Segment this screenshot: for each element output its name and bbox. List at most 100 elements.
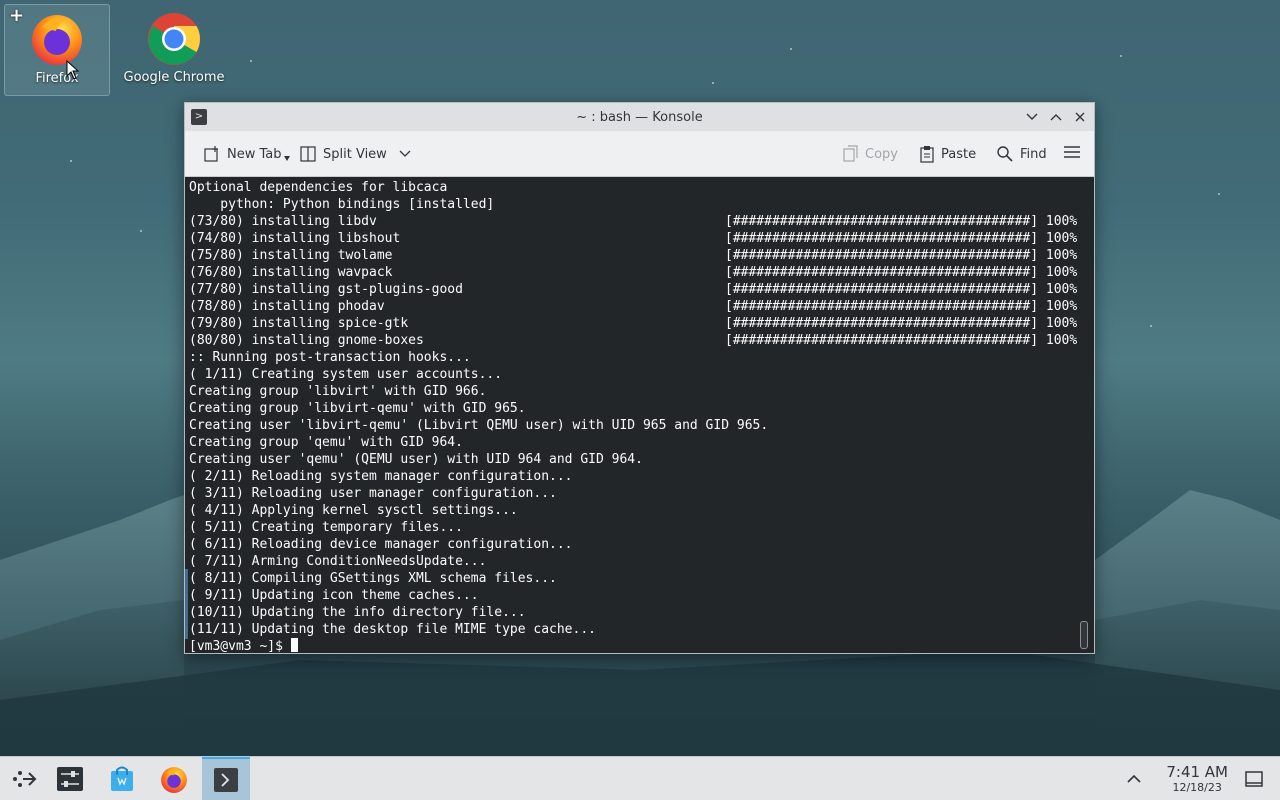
terminal-line-text: (79/80) installing spice-gtk: [189, 316, 409, 331]
shell-prompt: [vm3@vm3 ~]$: [189, 639, 291, 653]
new-tab-button[interactable]: New Tab: [197, 141, 296, 167]
show-desktop-button[interactable]: [1230, 757, 1278, 800]
terminal-line: Creating user 'libvirt-qemu' (Libvirt QE…: [189, 417, 768, 434]
terminal-line: (73/80) installing libdv [###############…: [189, 213, 1077, 230]
find-label: Find: [1020, 146, 1047, 162]
terminal-line-text: (77/80) installing gst-plugins-good: [189, 282, 463, 297]
minimize-button[interactable]: [1024, 107, 1040, 127]
konsole-taskbar-button[interactable]: [202, 757, 250, 800]
terminal-line-text: ( 7/11) Arming ConditionNeedsUpdate...: [189, 554, 487, 569]
terminal-line-text: ( 9/11) Updating icon theme caches...: [189, 588, 479, 603]
terminal-line-text: (76/80) installing wavpack: [189, 265, 393, 280]
progress-bar-text: [######################################]…: [725, 231, 1078, 246]
terminal-line-text: ( 1/11) Creating system user accounts...: [189, 367, 503, 382]
terminal-line: Creating user 'qemu' (QEMU user) with UI…: [189, 451, 768, 468]
copy-label: Copy: [865, 146, 898, 162]
system-tray-expand-button[interactable]: [1110, 757, 1158, 800]
terminal-line-text: (75/80) installing twolame: [189, 248, 393, 263]
find-button[interactable]: Find: [990, 141, 1053, 167]
terminal-line: ( 9/11) Updating icon theme caches...: [189, 587, 768, 604]
search-icon: [997, 146, 1013, 162]
terminal-line: (10/11) Updating the info directory file…: [189, 604, 768, 621]
terminal-line: Optional dependencies for libcaca: [189, 179, 768, 196]
terminal-line-text: Creating group 'libvirt' with GID 966.: [189, 384, 487, 399]
terminal-line-text: Creating group 'qemu' with GID 964.: [189, 435, 463, 450]
terminal-line: (80/80) installing gnome-boxes [#########…: [189, 332, 1077, 349]
system-settings-button[interactable]: [46, 757, 94, 800]
discover-store-button[interactable]: [98, 757, 146, 800]
terminal-line: :: Running post-transaction hooks...: [189, 349, 768, 366]
terminal-icon: [214, 768, 238, 792]
title-bar[interactable]: > ~ : bash — Konsole: [185, 103, 1094, 131]
shopping-bag-icon: [111, 766, 133, 791]
terminal-view[interactable]: Optional dependencies for libcaca python…: [185, 177, 1094, 653]
terminal-line-text: ( 8/11) Compiling GSettings XML schema f…: [189, 571, 557, 586]
firefox-icon: [32, 15, 82, 65]
copy-icon: [843, 145, 858, 162]
paste-icon: [920, 146, 934, 163]
new-tab-icon: [204, 146, 218, 162]
terminal-output: Optional dependencies for libcaca python…: [189, 179, 1077, 653]
terminal-line: Creating group 'libvirt-qemu' with GID 9…: [189, 400, 768, 417]
firefox-icon: [161, 767, 187, 793]
terminal-line-text: (74/80) installing libshout: [189, 231, 401, 246]
terminal-line: (77/80) installing gst-plugins-good [####…: [189, 281, 1077, 298]
terminal-line: (79/80) installing spice-gtk [###########…: [189, 315, 1077, 332]
konsole-app-icon[interactable]: >: [191, 109, 207, 125]
selection-marker: [185, 569, 188, 639]
progress-bar-text: [######################################]…: [725, 214, 1078, 229]
progress-bar-text: [######################################]…: [725, 282, 1078, 297]
progress-bar-text: [######################################]…: [725, 333, 1078, 348]
application-launcher-button[interactable]: [0, 757, 48, 800]
terminal-line: ( 5/11) Creating temporary files...: [189, 519, 768, 536]
digital-clock[interactable]: 7:41 AM 12/18/23: [1166, 763, 1228, 794]
paste-button[interactable]: Paste: [913, 141, 982, 167]
terminal-line: Creating group 'libvirt' with GID 966.: [189, 383, 768, 400]
terminal-line-text: Creating user 'libvirt-qemu' (Libvirt QE…: [189, 418, 769, 433]
split-view-button[interactable]: Split View: [293, 141, 417, 167]
desktop-icon-firefox[interactable]: + Firefox: [4, 4, 110, 96]
terminal-line: ( 2/11) Reloading system manager configu…: [189, 468, 768, 485]
progress-bar-text: [######################################]…: [725, 248, 1078, 263]
dropdown-corner-icon: [283, 156, 290, 161]
show-desktop-icon: [1245, 771, 1263, 787]
terminal-line: (11/11) Updating the desktop file MIME t…: [189, 621, 768, 638]
terminal-line: (74/80) installing libshout [############…: [189, 230, 1077, 247]
chevron-down-icon[interactable]: [399, 150, 411, 158]
terminal-line: python: Python bindings [installed]: [189, 196, 768, 213]
launcher-icon: [13, 771, 37, 787]
konsole-window[interactable]: > ~ : bash — Konsole New Tab Split View …: [184, 102, 1095, 654]
terminal-line: (76/80) installing wavpack [#############…: [189, 264, 1077, 281]
terminal-scrollbar[interactable]: [1080, 621, 1088, 649]
desktop-icon-chrome[interactable]: Google Chrome: [121, 4, 227, 96]
terminal-line: (78/80) installing phodav [##############…: [189, 298, 1077, 315]
terminal-line: ( 6/11) Reloading device manager configu…: [189, 536, 768, 553]
terminal-line-text: ( 4/11) Applying kernel sysctl settings.…: [189, 503, 518, 518]
terminal-line-text: (11/11) Updating the desktop file MIME t…: [189, 622, 596, 637]
terminal-line: ( 8/11) Compiling GSettings XML schema f…: [189, 570, 768, 587]
firefox-taskbar-button[interactable]: [150, 757, 198, 800]
maximize-button[interactable]: [1048, 107, 1064, 127]
terminal-line-text: Creating user 'qemu' (QEMU user) with UI…: [189, 452, 643, 467]
terminal-line: ( 3/11) Reloading user manager configura…: [189, 485, 768, 502]
paste-label: Paste: [941, 146, 977, 162]
desktop-icon-label: Google Chrome: [123, 70, 225, 85]
taskbar: 7:41 AM 12/18/23: [0, 756, 1280, 800]
clock-time: 7:41 AM: [1166, 763, 1228, 781]
close-icon: [1075, 112, 1085, 122]
terminal-line: Creating group 'qemu' with GID 964.: [189, 434, 768, 451]
hamburger-menu-button[interactable]: [1057, 141, 1087, 163]
terminal-prompt-line[interactable]: [vm3@vm3 ~]$: [189, 638, 768, 653]
add-to-selection-icon[interactable]: +: [9, 7, 24, 25]
progress-bar-text: [######################################]…: [725, 316, 1078, 331]
copy-button[interactable]: Copy: [837, 141, 904, 167]
terminal-line-text: :: Running post-transaction hooks...: [189, 350, 471, 365]
konsole-toolbar: New Tab Split View Copy Paste Find: [185, 131, 1094, 177]
split-view-icon: [300, 146, 316, 162]
terminal-line-text: ( 5/11) Creating temporary files...: [189, 520, 463, 535]
split-view-label: Split View: [323, 146, 387, 162]
terminal-line-text: python: Python bindings [installed]: [189, 197, 495, 212]
chevron-down-icon: [1026, 113, 1038, 120]
close-button[interactable]: [1072, 107, 1088, 127]
terminal-line: ( 1/11) Creating system user accounts...: [189, 366, 768, 383]
